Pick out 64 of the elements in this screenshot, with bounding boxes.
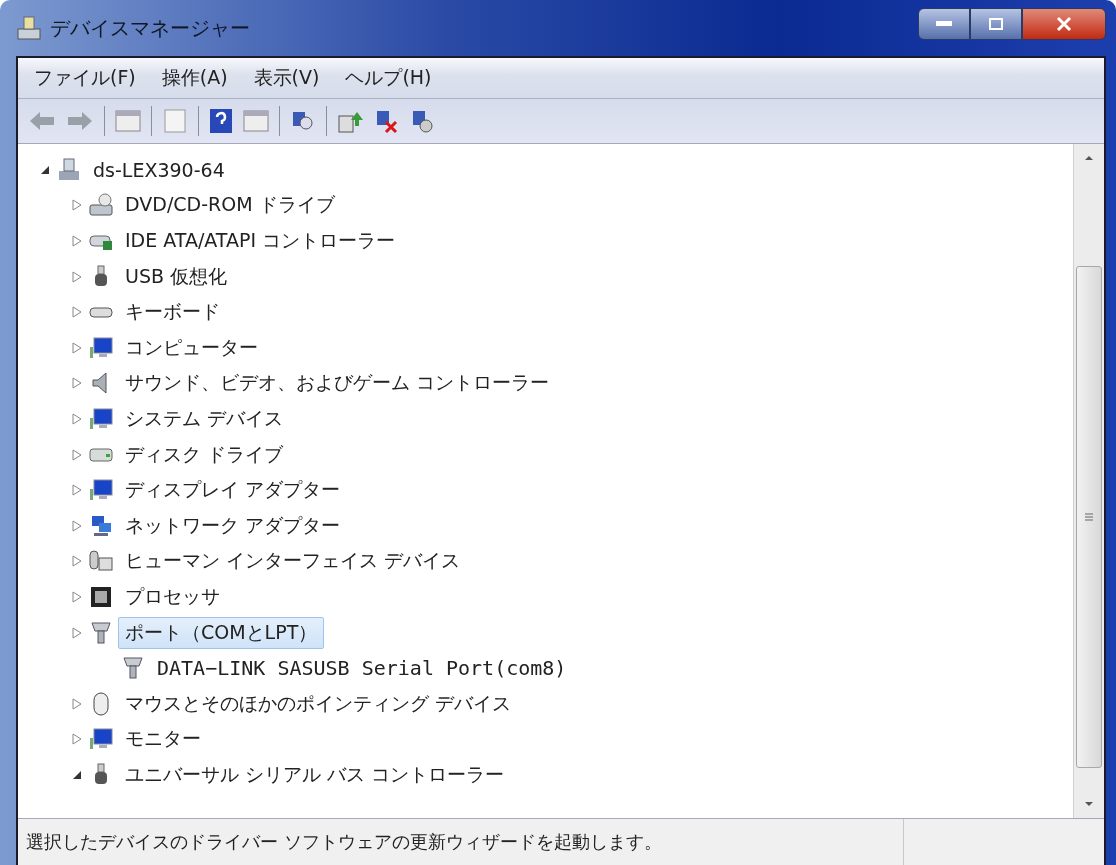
expand-arrow-icon[interactable] [72, 306, 82, 319]
expand-arrow-icon[interactable] [72, 484, 82, 497]
collapse-arrow-icon[interactable] [72, 769, 82, 780]
expand-arrow-icon[interactable] [72, 235, 82, 247]
menu-item[interactable]: 表示(V) [247, 63, 326, 93]
expand-arrow-icon[interactable] [72, 377, 82, 390]
menu-item[interactable]: ファイル(F) [28, 63, 142, 93]
serial-port-icon [120, 655, 146, 682]
forward-arrow-icon[interactable] [66, 109, 94, 133]
tree-item[interactable]: ユニバーサル シリアル バス コントローラー [118, 758, 512, 791]
computer-icon [56, 156, 82, 183]
panel-icon[interactable] [115, 109, 141, 133]
expand-arrow-icon[interactable] [72, 590, 82, 603]
tree-item[interactable]: DATA−LINK SASUSB Serial Port(com8) [150, 653, 574, 684]
window-title: デバイスマネージャー [50, 14, 251, 42]
tree-item[interactable]: USB 仮想化 [118, 260, 235, 293]
grip-icon [1084, 512, 1094, 522]
help-icon[interactable] [209, 108, 233, 134]
expand-arrow-icon[interactable] [72, 519, 82, 532]
tree-item[interactable]: キーボード [118, 296, 227, 329]
drive-icon [88, 192, 114, 219]
tree-item[interactable]: ディスク ドライブ [118, 438, 291, 471]
menu-item[interactable]: 操作(A) [155, 63, 234, 93]
monitor-icon [88, 405, 114, 432]
tree-item[interactable]: ヒューマン インターフェイス デバイス [118, 545, 468, 578]
tree-item[interactable]: サウンド、ビデオ、およびゲーム コントローラー [118, 367, 557, 400]
menu-item[interactable]: ヘルプ(H) [339, 63, 438, 93]
computer-icon [16, 15, 42, 41]
serial-port-icon [88, 619, 114, 646]
back-arrow-icon[interactable] [28, 109, 56, 133]
tree-item[interactable]: プロセッサ [118, 580, 227, 613]
expand-arrow-icon[interactable] [72, 555, 82, 568]
expand-arrow-icon[interactable] [72, 697, 82, 710]
disk-drive-icon [88, 447, 114, 462]
tree-item[interactable]: ディスプレイ アダプター [118, 474, 348, 507]
scrollbar[interactable] [1073, 144, 1104, 818]
scroll-thumb[interactable] [1076, 266, 1102, 768]
minimize-icon [936, 21, 952, 27]
collapse-arrow-icon[interactable] [40, 164, 50, 175]
expand-arrow-icon[interactable] [72, 199, 82, 212]
expand-arrow-icon[interactable] [72, 412, 82, 425]
tree-item[interactable]: モニター [118, 723, 208, 756]
tree-item[interactable]: コンピューター [118, 331, 265, 364]
tree-item[interactable]: システム デバイス [118, 402, 291, 435]
minimize-button[interactable] [918, 8, 970, 40]
status-text: 選択したデバイスのドライバー ソフトウェアの更新ウィザードを起動します。 [25, 830, 663, 854]
expand-arrow-icon[interactable] [72, 270, 82, 283]
tree-item[interactable]: ネットワーク アダプター [118, 509, 348, 542]
tree-item[interactable]: マウスとそのほかのポインティング デバイス [118, 687, 519, 720]
tree-item[interactable]: IDE ATA/ATAPI コントローラー [118, 225, 403, 257]
tree-item[interactable]: DVD/CD-ROM ドライブ [118, 189, 342, 222]
properties-icon[interactable] [162, 109, 188, 133]
maximize-icon [989, 18, 1003, 30]
tree-item[interactable]: ポート（COMとLPT） [118, 616, 325, 649]
tree-item[interactable]: ds-LEX390-64 [86, 155, 232, 184]
close-icon [1056, 16, 1072, 32]
expand-arrow-icon[interactable] [72, 341, 82, 354]
panel-icon[interactable] [243, 109, 269, 133]
maximize-button[interactable] [970, 8, 1022, 40]
monitor-icon [88, 334, 114, 361]
expand-arrow-icon[interactable] [72, 733, 82, 746]
expand-arrow-icon[interactable] [72, 448, 82, 461]
close-button[interactable] [1022, 8, 1106, 40]
expand-arrow-icon[interactable] [72, 626, 82, 639]
